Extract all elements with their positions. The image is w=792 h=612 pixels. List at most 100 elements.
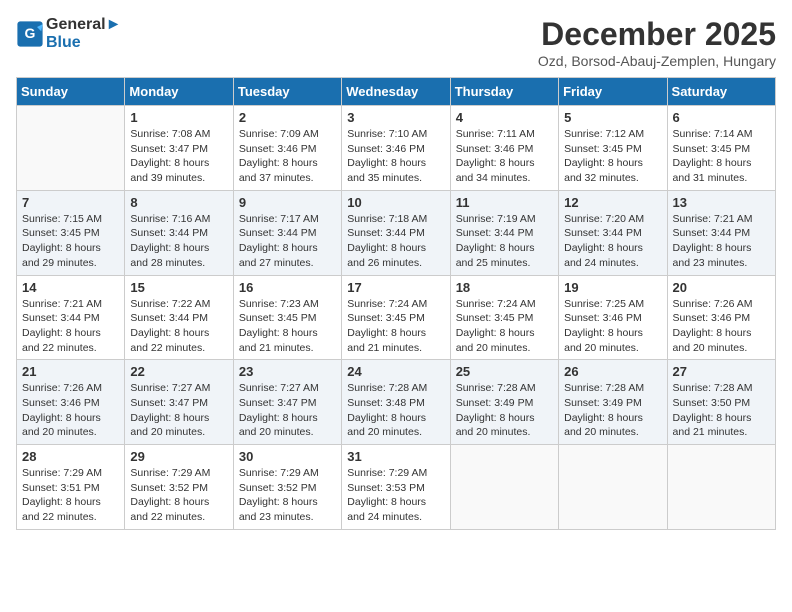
day-number: 2 (239, 110, 336, 125)
day-info: Sunrise: 7:28 AMSunset: 3:49 PMDaylight:… (456, 381, 553, 440)
day-number: 27 (673, 364, 770, 379)
calendar-cell: 25 Sunrise: 7:28 AMSunset: 3:49 PMDayligh… (450, 360, 558, 445)
day-number: 23 (239, 364, 336, 379)
calendar-cell: 26Sunrise: 7:28 AMSunset: 3:49 PMDayligh… (559, 360, 667, 445)
day-info: Sunrise: 7:19 AMSunset: 3:44 PMDaylight:… (456, 212, 553, 271)
column-header-monday: Monday (125, 78, 233, 106)
day-number: 9 (239, 195, 336, 210)
column-header-wednesday: Wednesday (342, 78, 450, 106)
day-number: 3 (347, 110, 444, 125)
calendar-table: SundayMondayTuesdayWednesdayThursdayFrid… (16, 77, 776, 530)
day-number: 10 (347, 195, 444, 210)
column-header-thursday: Thursday (450, 78, 558, 106)
day-number: 24 (347, 364, 444, 379)
calendar-cell: 20Sunrise: 7:26 AMSunset: 3:46 PMDayligh… (667, 275, 775, 360)
column-header-tuesday: Tuesday (233, 78, 341, 106)
column-header-sunday: Sunday (17, 78, 125, 106)
day-info: Sunrise: 7:24 AMSunset: 3:45 PMDaylight:… (347, 297, 444, 356)
day-number: 17 (347, 280, 444, 295)
calendar-cell: 24 Sunrise: 7:28 AMSunset: 3:48 PMDayligh… (342, 360, 450, 445)
month-title: December 2025 (538, 16, 776, 53)
calendar-cell (450, 445, 558, 530)
calendar-cell: 14 Sunrise: 7:21 AMSunset: 3:44 PMDayligh… (17, 275, 125, 360)
calendar-cell: 16Sunrise: 7:23 AMSunset: 3:45 PMDayligh… (233, 275, 341, 360)
calendar-cell: 23Sunrise: 7:27 AMSunset: 3:47 PMDayligh… (233, 360, 341, 445)
calendar-cell: 31Sunrise: 7:29 AMSunset: 3:53 PMDayligh… (342, 445, 450, 530)
day-number: 1 (130, 110, 227, 125)
day-number: 31 (347, 449, 444, 464)
calendar-cell: 30Sunrise: 7:29 AMSunset: 3:52 PMDayligh… (233, 445, 341, 530)
day-info: Sunrise: 7:09 AMSunset: 3:46 PMDaylight:… (239, 127, 336, 186)
day-info: Sunrise: 7:10 AMSunset: 3:46 PMDaylight:… (347, 127, 444, 186)
day-number: 15 (130, 280, 227, 295)
day-info: Sunrise: 7:28 AMSunset: 3:48 PMDaylight:… (347, 381, 444, 440)
logo: G General► Blue (16, 16, 121, 52)
calendar-cell: 1Sunrise: 7:08 AMSunset: 3:47 PMDaylight… (125, 106, 233, 191)
svg-text:G: G (25, 25, 36, 41)
day-info: Sunrise: 7:25 AMSunset: 3:46 PMDaylight:… (564, 297, 661, 356)
week-row-2: 7 Sunrise: 7:15 AMSunset: 3:45 PMDaylight… (17, 190, 776, 275)
day-number: 12 (564, 195, 661, 210)
calendar-cell: 18Sunrise: 7:24 AMSunset: 3:45 PMDayligh… (450, 275, 558, 360)
column-header-friday: Friday (559, 78, 667, 106)
day-info: Sunrise: 7:12 AMSunset: 3:45 PMDaylight:… (564, 127, 661, 186)
day-number: 25 (456, 364, 553, 379)
day-info: Sunrise: 7:21 AMSunset: 3:44 PMDaylight:… (22, 297, 119, 356)
day-info: Sunrise: 7:20 AMSunset: 3:44 PMDaylight:… (564, 212, 661, 271)
calendar-cell: 7 Sunrise: 7:15 AMSunset: 3:45 PMDaylight… (17, 190, 125, 275)
calendar-cell: 6 Sunrise: 7:14 AMSunset: 3:45 PMDaylight… (667, 106, 775, 191)
day-number: 11 (456, 195, 553, 210)
location-subtitle: Ozd, Borsod-Abauj-Zemplen, Hungary (538, 53, 776, 69)
day-number: 29 (130, 449, 227, 464)
column-header-saturday: Saturday (667, 78, 775, 106)
calendar-cell (559, 445, 667, 530)
day-number: 21 (22, 364, 119, 379)
day-info: Sunrise: 7:15 AMSunset: 3:45 PMDaylight:… (22, 212, 119, 271)
calendar-cell: 4 Sunrise: 7:11 AMSunset: 3:46 PMDaylight… (450, 106, 558, 191)
day-info: Sunrise: 7:22 AMSunset: 3:44 PMDaylight:… (130, 297, 227, 356)
day-info: Sunrise: 7:29 AMSunset: 3:51 PMDaylight:… (22, 466, 119, 525)
calendar-cell: 11 Sunrise: 7:19 AMSunset: 3:44 PMDayligh… (450, 190, 558, 275)
day-number: 6 (673, 110, 770, 125)
calendar-cell: 17 Sunrise: 7:24 AMSunset: 3:45 PMDayligh… (342, 275, 450, 360)
day-info: Sunrise: 7:18 AMSunset: 3:44 PMDaylight:… (347, 212, 444, 271)
day-info: Sunrise: 7:28 AMSunset: 3:49 PMDaylight:… (564, 381, 661, 440)
week-row-5: 28 Sunrise: 7:29 AMSunset: 3:51 PMDayligh… (17, 445, 776, 530)
day-info: Sunrise: 7:27 AMSunset: 3:47 PMDaylight:… (130, 381, 227, 440)
calendar-cell: 19 Sunrise: 7:25 AMSunset: 3:46 PMDayligh… (559, 275, 667, 360)
day-number: 19 (564, 280, 661, 295)
calendar-cell: 5Sunrise: 7:12 AMSunset: 3:45 PMDaylight… (559, 106, 667, 191)
day-info: Sunrise: 7:11 AMSunset: 3:46 PMDaylight:… (456, 127, 553, 186)
day-number: 28 (22, 449, 119, 464)
day-number: 7 (22, 195, 119, 210)
calendar-cell: 12 Sunrise: 7:20 AMSunset: 3:44 PMDayligh… (559, 190, 667, 275)
calendar-cell: 3 Sunrise: 7:10 AMSunset: 3:46 PMDaylight… (342, 106, 450, 191)
calendar-cell: 22 Sunrise: 7:27 AMSunset: 3:47 PMDayligh… (125, 360, 233, 445)
calendar-cell: 29 Sunrise: 7:29 AMSunset: 3:52 PMDayligh… (125, 445, 233, 530)
calendar-cell: 2 Sunrise: 7:09 AMSunset: 3:46 PMDaylight… (233, 106, 341, 191)
day-number: 18 (456, 280, 553, 295)
calendar-cell: 8 Sunrise: 7:16 AMSunset: 3:44 PMDaylight… (125, 190, 233, 275)
day-info: Sunrise: 7:14 AMSunset: 3:45 PMDaylight:… (673, 127, 770, 186)
day-info: Sunrise: 7:26 AMSunset: 3:46 PMDaylight:… (673, 297, 770, 356)
day-number: 14 (22, 280, 119, 295)
page-header: G General► Blue December 2025 Ozd, Borso… (16, 16, 776, 69)
calendar-cell (667, 445, 775, 530)
day-info: Sunrise: 7:28 AMSunset: 3:50 PMDaylight:… (673, 381, 770, 440)
logo-icon: G (16, 20, 44, 48)
week-row-1: 1Sunrise: 7:08 AMSunset: 3:47 PMDaylight… (17, 106, 776, 191)
calendar-cell: 9 Sunrise: 7:17 AMSunset: 3:44 PMDaylight… (233, 190, 341, 275)
day-info: Sunrise: 7:21 AMSunset: 3:44 PMDaylight:… (673, 212, 770, 271)
day-info: Sunrise: 7:17 AMSunset: 3:44 PMDaylight:… (239, 212, 336, 271)
day-number: 22 (130, 364, 227, 379)
week-row-4: 21Sunrise: 7:26 AMSunset: 3:46 PMDayligh… (17, 360, 776, 445)
day-number: 4 (456, 110, 553, 125)
day-number: 30 (239, 449, 336, 464)
day-info: Sunrise: 7:29 AMSunset: 3:52 PMDaylight:… (130, 466, 227, 525)
day-number: 8 (130, 195, 227, 210)
calendar-header-row: SundayMondayTuesdayWednesdayThursdayFrid… (17, 78, 776, 106)
day-info: Sunrise: 7:23 AMSunset: 3:45 PMDaylight:… (239, 297, 336, 356)
day-info: Sunrise: 7:16 AMSunset: 3:44 PMDaylight:… (130, 212, 227, 271)
calendar-cell: 10 Sunrise: 7:18 AMSunset: 3:44 PMDayligh… (342, 190, 450, 275)
calendar-cell: 27 Sunrise: 7:28 AMSunset: 3:50 PMDayligh… (667, 360, 775, 445)
